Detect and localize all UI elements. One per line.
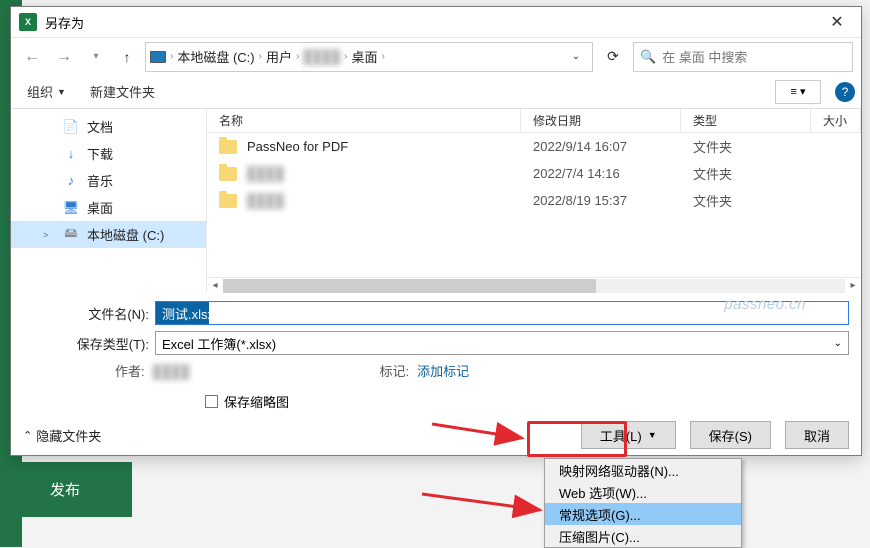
filetype-label: 保存类型(T): (23, 334, 155, 353)
save-as-dialog: X 另存为 ✕ ← → ▾ ↑ › 本地磁盘 (C:)› 用户› ████› 桌… (10, 6, 862, 456)
col-name[interactable]: 名称 (207, 109, 521, 132)
watermark: passneo.cn (724, 296, 806, 313)
file-list: 名称 修改日期 类型 大小 PassNeo for PDF2022/9/14 1… (207, 109, 861, 293)
sidebar-item-icon: ↓ (63, 146, 79, 162)
dialog-title: 另存为 (45, 13, 817, 32)
sidebar-item[interactable]: 📄 文档 (11, 113, 206, 140)
tools-button[interactable]: 工具(L)▼ (581, 421, 676, 449)
tags-label: 标记: (379, 364, 409, 379)
sidebar-item[interactable]: ↓ 下载 (11, 140, 206, 167)
sidebar-item[interactable]: ♪ 音乐 (11, 167, 206, 194)
menu-item[interactable]: 映射网络驱动器(N)... (545, 459, 741, 481)
filetype-select[interactable]: Excel 工作簿(*.xlsx)⌄ (155, 331, 849, 355)
folder-icon (219, 194, 237, 208)
view-button[interactable]: ≡ ▾ (775, 80, 821, 104)
file-row[interactable]: ████2022/8/19 15:37文件夹 (207, 187, 861, 214)
publish-sidebar-item[interactable]: 发布 (22, 462, 132, 517)
search-input[interactable]: 🔍 在 桌面 中搜索 (633, 42, 853, 72)
menu-item[interactable]: 常规选项(G)... (545, 503, 741, 525)
address-dropdown[interactable]: ⌄ (564, 51, 588, 62)
history-dropdown[interactable]: ▾ (83, 44, 109, 70)
col-size[interactable]: 大小 (811, 109, 861, 132)
filename-label: 文件名(N): (23, 304, 155, 323)
col-date[interactable]: 修改日期 (521, 109, 681, 132)
horizontal-scrollbar[interactable]: ◂▸ (207, 277, 861, 293)
drive-icon (150, 51, 166, 63)
thumbnail-label: 保存缩略图 (224, 392, 289, 411)
file-row[interactable]: ████2022/7/4 14:16文件夹 (207, 160, 861, 187)
up-button[interactable]: ↑ (115, 45, 139, 69)
add-tags-link[interactable]: 添加标记 (417, 364, 469, 379)
refresh-button[interactable]: ⟳ (599, 43, 627, 71)
author-label: 作者: (115, 364, 145, 379)
annotation-arrow-2 (420, 488, 548, 518)
menu-item[interactable]: 压缩图片(C)... (545, 525, 741, 547)
search-icon: 🔍 (640, 49, 656, 65)
folder-icon (219, 167, 237, 181)
sidebar[interactable]: 📄文档↓下载♪音乐🖥桌面>🖴本地磁盘 (C:) (11, 109, 207, 293)
new-folder-button[interactable]: 新建文件夹 (80, 78, 165, 105)
sidebar-item-label: 桌面 (87, 198, 113, 217)
sidebar-item-icon: ♪ (63, 173, 79, 189)
sidebar-item-label: 下载 (87, 144, 113, 163)
titlebar: X 另存为 ✕ (11, 7, 861, 37)
sidebar-item-label: 本地磁盘 (C:) (87, 225, 164, 244)
folder-icon (219, 140, 237, 154)
thumbnail-checkbox[interactable] (205, 395, 218, 408)
sidebar-item-label: 文档 (87, 117, 113, 136)
sidebar-item[interactable]: 🖥 桌面 (11, 194, 206, 221)
sidebar-item-label: 音乐 (87, 171, 113, 190)
save-button[interactable]: 保存(S) (690, 421, 771, 449)
excel-icon: X (19, 13, 37, 31)
cancel-button[interactable]: 取消 (785, 421, 849, 449)
sidebar-item[interactable]: >🖴本地磁盘 (C:) (11, 221, 206, 248)
column-headers[interactable]: 名称 修改日期 类型 大小 (207, 109, 861, 133)
sidebar-item-icon: 🖴 (63, 227, 79, 243)
toolbar: 组织▼ 新建文件夹 ≡ ▾ ? (11, 75, 861, 109)
close-button[interactable]: ✕ (817, 8, 857, 36)
col-type[interactable]: 类型 (681, 109, 811, 132)
nav-bar: ← → ▾ ↑ › 本地磁盘 (C:)› 用户› ████› 桌面› ⌄ ⟳ 🔍… (11, 37, 861, 75)
sidebar-item-icon: 🖥 (63, 200, 79, 216)
tools-menu: 映射网络驱动器(N)...Web 选项(W)...常规选项(G)...压缩图片(… (544, 458, 742, 548)
sidebar-item-icon: 📄 (63, 119, 79, 135)
organize-button[interactable]: 组织▼ (17, 78, 76, 105)
menu-item[interactable]: Web 选项(W)... (545, 481, 741, 503)
hide-folders-toggle[interactable]: ⌃隐藏文件夹 (23, 426, 101, 445)
back-button[interactable]: ← (19, 44, 45, 70)
address-bar[interactable]: › 本地磁盘 (C:)› 用户› ████› 桌面› ⌄ (145, 42, 593, 72)
help-button[interactable]: ? (835, 82, 855, 102)
file-row[interactable]: PassNeo for PDF2022/9/14 16:07文件夹 (207, 133, 861, 160)
author-value: ████ (153, 364, 190, 379)
forward-button[interactable]: → (51, 44, 77, 70)
